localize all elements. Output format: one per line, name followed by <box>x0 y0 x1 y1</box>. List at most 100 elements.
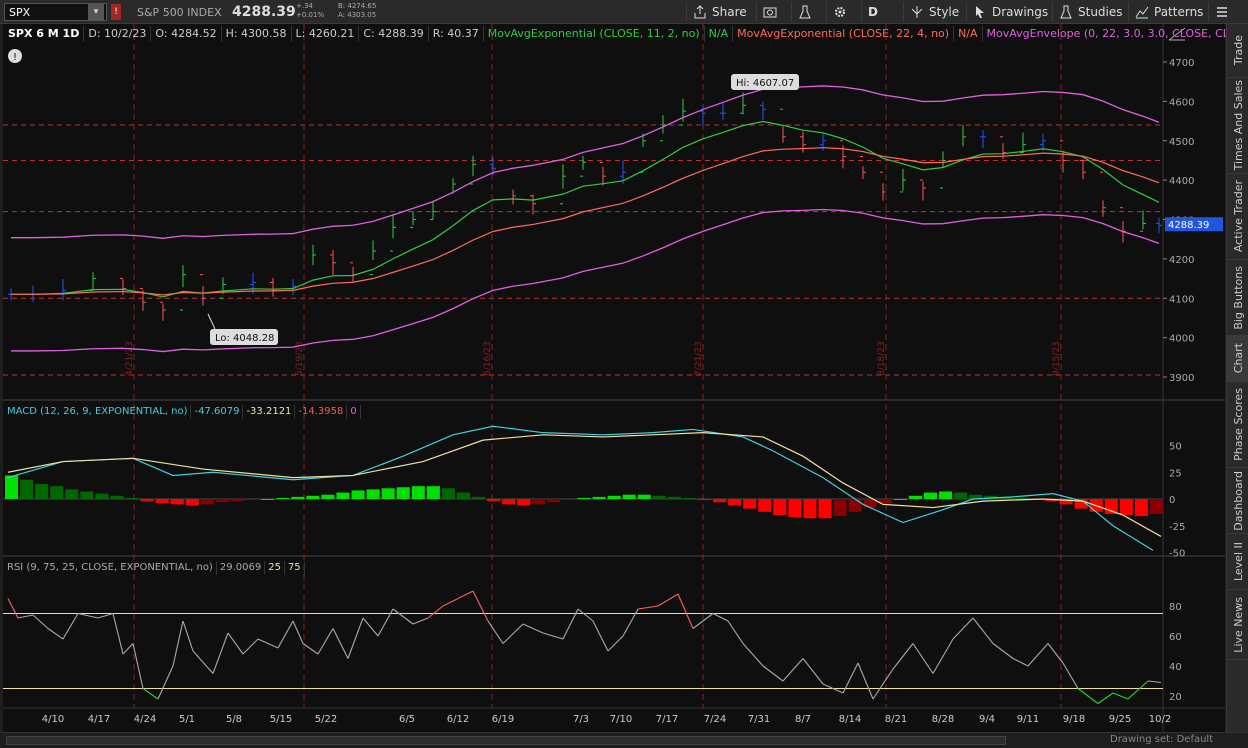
macd-zero-value: 0 <box>347 405 361 419</box>
rsi-line-segment <box>712 613 729 622</box>
style-icon <box>911 6 923 18</box>
macd-histogram-bar <box>396 487 410 499</box>
rsi-line-segment <box>1077 688 1099 704</box>
rsi-overbought-value: 75 <box>285 561 305 575</box>
macd-line <box>7 425 1154 551</box>
macd-histogram-bar <box>743 499 757 509</box>
date-axis-label: 9/4 <box>979 714 995 725</box>
top-toolbar: SPX ▾ ! S&P 500 INDEX 4288.39 +.34 +0.01%… <box>0 0 1248 24</box>
rsi-line-segment <box>657 593 679 607</box>
gear-icon <box>835 7 845 17</box>
macd-histogram-bar <box>1119 499 1133 516</box>
last-price-label: 4288.39 <box>1168 220 1209 231</box>
macd-axis-label: 25 <box>1169 468 1182 479</box>
rsi-line-segment <box>347 617 364 659</box>
side-tab-phase-scores[interactable]: Phase Scores <box>1227 382 1248 468</box>
macd-histogram-bar <box>487 499 501 502</box>
macd-histogram-bar <box>291 496 305 499</box>
flask-button[interactable] <box>791 2 818 22</box>
price-axis-label: 3900 <box>1169 373 1194 384</box>
patterns-button[interactable]: Patterns <box>1128 2 1209 22</box>
timeframe-button[interactable]: D <box>861 2 884 22</box>
settings-button[interactable] <box>826 2 853 22</box>
side-tab-trade[interactable]: Trade <box>1227 24 1248 78</box>
macd-histogram-bar <box>441 488 455 499</box>
rsi-line-segment <box>112 613 124 655</box>
macd-histogram-bar <box>577 497 591 499</box>
side-tab-label: Big Buttons <box>1231 265 1245 330</box>
side-tab-live-news[interactable]: Live News <box>1227 590 1248 660</box>
share-button[interactable]: Share <box>686 2 753 22</box>
drawing-set-label[interactable]: Drawing set: Default <box>1110 734 1213 745</box>
drawings-button[interactable]: Drawings <box>966 2 1054 22</box>
date-axis-label: 7/17 <box>656 714 678 725</box>
rsi-line-segment <box>677 593 694 629</box>
macd-histogram-bar <box>893 499 907 500</box>
macd-histogram-bar <box>592 496 606 499</box>
rsi-line-segment <box>97 612 114 619</box>
study-ema1-label[interactable]: MovAvgExponential (CLOSE, 11, 2, no) <box>484 26 705 42</box>
price-axis-label: 4700 <box>1169 58 1194 69</box>
macd-histogram-bar <box>532 499 546 505</box>
macd-histogram-bar <box>215 499 229 503</box>
cursor-icon <box>976 6 984 18</box>
menu-button[interactable] <box>1208 2 1235 22</box>
thinkorswim-window: SPX ▾ ! S&P 500 INDEX 4288.39 +.34 +0.01%… <box>0 0 1248 748</box>
flag-icon[interactable]: ! <box>111 4 121 20</box>
chart-canvas[interactable]: 4700460045004400430042004100400039004/21… <box>3 24 1225 732</box>
snapshot-button[interactable] <box>756 2 783 22</box>
rsi-line-segment <box>77 612 99 619</box>
macd-histogram-bar <box>713 499 727 503</box>
macd-histogram-bar <box>230 499 245 502</box>
horizontal-scrollbar[interactable] <box>6 736 1006 745</box>
macd-histogram-bar <box>908 495 922 499</box>
camera-icon <box>763 7 777 18</box>
macd-histogram-bar <box>155 499 169 504</box>
lo-callout: Lo: 4048.28 <box>210 329 278 345</box>
studies-button[interactable]: Studies <box>1052 2 1129 22</box>
macd-histogram-bar <box>803 499 817 519</box>
date-axis-label: 7/24 <box>704 714 726 725</box>
rsi-line-segment <box>592 620 609 652</box>
macd-histogram-bar <box>1014 497 1028 499</box>
rsi-line-segment <box>317 628 334 655</box>
date-axis-label: 4/10 <box>42 714 64 725</box>
chart-title[interactable]: SPX 6 M 1D <box>4 26 85 42</box>
side-tab-big-buttons[interactable]: Big Buttons <box>1227 260 1248 336</box>
chart-svg[interactable]: 4700460045004400430042004100400039004/21… <box>3 24 1225 732</box>
study-ema2-label[interactable]: MovAvgExponential (CLOSE, 22, 4, no) <box>733 26 955 42</box>
style-button[interactable]: Style <box>903 2 965 22</box>
rsi-line-segment <box>972 617 994 644</box>
macd-histogram-bar <box>366 489 380 499</box>
rsi-line-segment <box>607 635 624 652</box>
macd-title[interactable]: MACD (12, 26, 9, EXPONENTIAL, no) <box>4 405 192 419</box>
rsi-line-segment <box>912 643 934 674</box>
rsi-line-segment <box>277 620 294 649</box>
rsi-title[interactable]: RSI (9, 75, 25, CLOSE, EXPONENTIAL, no) <box>4 561 217 575</box>
side-tab-label: Trade <box>1231 35 1245 66</box>
macd-histogram-bar <box>20 479 34 499</box>
last-price: 4288.39 <box>232 4 296 20</box>
date-axis-label: 7/3 <box>573 714 589 725</box>
study-envelope-label[interactable]: MovAvgEnvelope (0, 22, 3.0, 3.0, CLOSE, … <box>983 26 1248 42</box>
side-tab-times-and-sales[interactable]: Times And Sales <box>1227 78 1248 174</box>
macd-histogram-bar <box>682 497 696 499</box>
bottom-bar: Drawing set: Default <box>0 732 1248 748</box>
macd-histogram-bar <box>833 499 847 517</box>
period-label: 9/15/23 <box>1052 341 1062 376</box>
side-tab-active-trader[interactable]: Active Trader <box>1227 174 1248 260</box>
side-tab-label: Level II <box>1231 541 1245 582</box>
alert-icon-glyph: ! <box>13 52 17 63</box>
symbol-dropdown-icon[interactable]: ▾ <box>88 4 104 20</box>
date-axis-label: 8/28 <box>932 714 954 725</box>
side-tab-level-ii[interactable]: Level II <box>1227 534 1248 590</box>
date-axis-label: 4/24 <box>134 714 156 725</box>
info-date: D: 10/2/23 <box>84 26 152 42</box>
date-axis-label: 8/7 <box>795 714 811 725</box>
macd-histogram-bar <box>95 493 109 499</box>
study-ema2-value: N/A <box>954 26 983 42</box>
side-tab-dashboard[interactable]: Dashboard <box>1227 468 1248 534</box>
rsi-axis-label: 40 <box>1169 662 1182 673</box>
side-tab-label: Active Trader <box>1231 180 1245 253</box>
side-tab-chart[interactable]: Chart <box>1227 336 1248 382</box>
